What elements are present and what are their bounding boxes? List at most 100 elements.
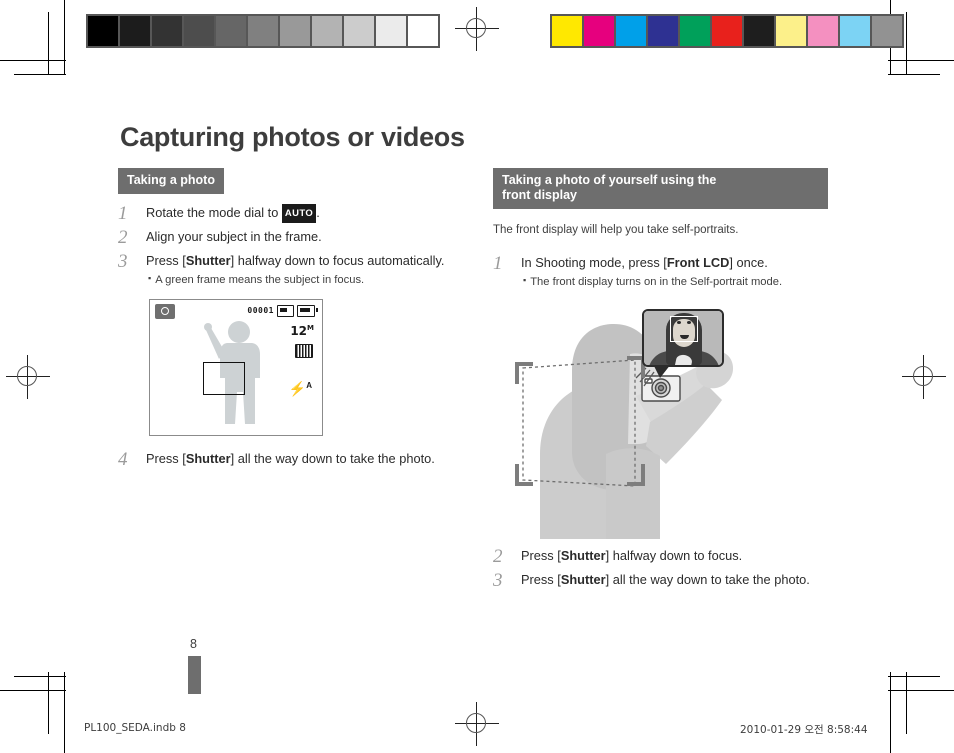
step-text: In Shooting mode, press [Front LCD] once… xyxy=(521,254,833,271)
step-number: 2 xyxy=(118,227,128,248)
color-swatch-10 xyxy=(872,16,902,46)
crop-trim-mark xyxy=(888,74,940,75)
grayscale-swatch-8 xyxy=(344,16,374,46)
step-item: 3 Press [Shutter] halfway down to focus … xyxy=(118,252,448,288)
grayscale-calibration-bar xyxy=(86,14,440,48)
manual-page: Capturing photos or videos Taking a phot… xyxy=(0,0,954,753)
crop-trim-mark xyxy=(0,60,66,61)
crop-trim-mark xyxy=(888,690,954,691)
crop-trim-mark xyxy=(890,672,891,753)
section-heading-front-display: Taking a photo of yourself using the fro… xyxy=(493,168,828,209)
section-heading-taking-a-photo: Taking a photo xyxy=(118,168,224,194)
step-item: 2 Align your subject in the frame. xyxy=(118,228,448,247)
flash-bolt-glyph: ⚡ xyxy=(288,380,307,397)
step-item: 2 Press [Shutter] halfway down to focus. xyxy=(493,547,833,566)
step-text: Align your subject in the frame. xyxy=(146,229,322,244)
flash-mode-letter: A xyxy=(306,381,312,390)
crop-trim-mark xyxy=(64,672,65,753)
crop-trim-mark xyxy=(48,672,49,734)
battery-full-icon xyxy=(297,305,318,317)
step-text-before: Press [ xyxy=(521,572,561,587)
step-item: 3 Press [Shutter] all the way down to ta… xyxy=(493,571,833,590)
step-text: Press [Shutter] all the way down to take… xyxy=(146,450,448,467)
step-text-before: Rotate the mode dial to xyxy=(146,205,282,220)
face-detection-frame xyxy=(670,316,698,342)
grayscale-swatch-9 xyxy=(376,16,406,46)
step-bullet: ▪ A green frame means the subject in focu… xyxy=(146,271,448,288)
composition-frame-brackets xyxy=(515,356,645,487)
step-text-bold: Shutter xyxy=(560,548,606,563)
crop-trim-mark xyxy=(888,60,954,61)
step-item: 1 Rotate the mode dial to AUTO. xyxy=(118,204,448,223)
crop-trim-mark xyxy=(14,74,66,75)
color-swatch-5 xyxy=(712,16,742,46)
grayscale-swatch-7 xyxy=(312,16,342,46)
step-text-before: Press [ xyxy=(146,253,186,268)
crop-trim-mark xyxy=(906,672,907,734)
grayscale-swatch-1 xyxy=(120,16,150,46)
crop-trim-mark xyxy=(64,0,65,74)
right-steps-list-cont: 2 Press [Shutter] halfway down to focus.… xyxy=(493,547,833,590)
registration-crosshair xyxy=(6,355,50,399)
step-text-after: ] halfway down to focus. xyxy=(605,548,743,563)
step-text: Press [Shutter] halfway down to focus. xyxy=(521,547,833,564)
grayscale-swatch-4 xyxy=(216,16,246,46)
registration-crosshair xyxy=(455,7,499,51)
color-swatch-4 xyxy=(680,16,710,46)
step-text-bold: Shutter xyxy=(185,253,231,268)
page-number: 8 xyxy=(190,637,197,651)
step-text-before: Press [ xyxy=(146,451,186,466)
auto-mode-badge: AUTO xyxy=(281,204,317,223)
step-number: 1 xyxy=(493,253,503,274)
left-steps-list-cont: 4 Press [Shutter] all the way down to ta… xyxy=(118,450,448,469)
camera-lcd-illustration: 00001 12M ⚡A xyxy=(149,299,323,436)
footer-timestamp: 2010-01-29 오전 8:58:44 xyxy=(740,724,868,736)
bullet-dot-icon: ▪ xyxy=(523,275,527,285)
footer-filename: PL100_SEDA.indb 8 xyxy=(84,722,186,734)
step-bullet-text: The front display turns on in the Self-p… xyxy=(530,276,783,288)
crop-trim-mark xyxy=(48,12,49,74)
grayscale-swatch-2 xyxy=(152,16,182,46)
color-swatch-3 xyxy=(648,16,678,46)
step-text-bold: Shutter xyxy=(185,451,231,466)
step-text-after: ] once. xyxy=(729,255,768,270)
step-item: 4 Press [Shutter] all the way down to ta… xyxy=(118,450,448,469)
step-bullet: ▪ The front display turns on in the Self-… xyxy=(521,273,833,290)
color-swatch-0 xyxy=(552,16,582,46)
intro-text: The front display will help you take sel… xyxy=(493,224,739,236)
grayscale-swatch-0 xyxy=(88,16,118,46)
resolution-unit: M xyxy=(307,324,314,332)
right-column: Taking a photo of yourself using the fro… xyxy=(493,168,833,595)
right-steps-list: 1 In Shooting mode, press [Front LCD] on… xyxy=(493,254,833,290)
color-calibration-bar xyxy=(550,14,904,48)
step-number: 3 xyxy=(118,251,128,272)
grayscale-swatch-3 xyxy=(184,16,214,46)
left-steps-list: 1 Rotate the mode dial to AUTO. 2 Align … xyxy=(118,204,448,288)
color-swatch-1 xyxy=(584,16,614,46)
camera-mode-icon xyxy=(155,304,175,319)
left-column: Taking a photo 1 Rotate the mode dial to… xyxy=(118,168,448,474)
step-number: 1 xyxy=(118,203,128,224)
step-text-before: Press [ xyxy=(521,548,561,563)
flash-mode-icon: ⚡A xyxy=(288,380,312,397)
step-text-after: ] halfway down to focus automatically. xyxy=(230,253,445,268)
step-item: 1 In Shooting mode, press [Front LCD] on… xyxy=(493,254,833,290)
crop-trim-mark xyxy=(906,12,907,74)
bullet-dot-icon: ▪ xyxy=(148,273,152,283)
grayscale-swatch-5 xyxy=(248,16,278,46)
image-quality-icon xyxy=(295,344,313,358)
af-focus-frame xyxy=(203,362,245,395)
front-display-preview-callout xyxy=(642,309,724,367)
section-heading-line2: front display xyxy=(502,188,578,202)
step-text-after: . xyxy=(316,205,320,220)
resolution-value: 12 xyxy=(290,324,308,338)
grayscale-swatch-10 xyxy=(408,16,438,46)
color-swatch-2 xyxy=(616,16,646,46)
color-swatch-6 xyxy=(744,16,774,46)
step-text-after: ] all the way down to take the photo. xyxy=(605,572,810,587)
resolution-indicator: 12M xyxy=(290,324,314,338)
color-swatch-7 xyxy=(776,16,806,46)
crop-trim-mark xyxy=(14,676,66,677)
color-swatch-8 xyxy=(808,16,838,46)
step-text-bold: Shutter xyxy=(560,572,606,587)
